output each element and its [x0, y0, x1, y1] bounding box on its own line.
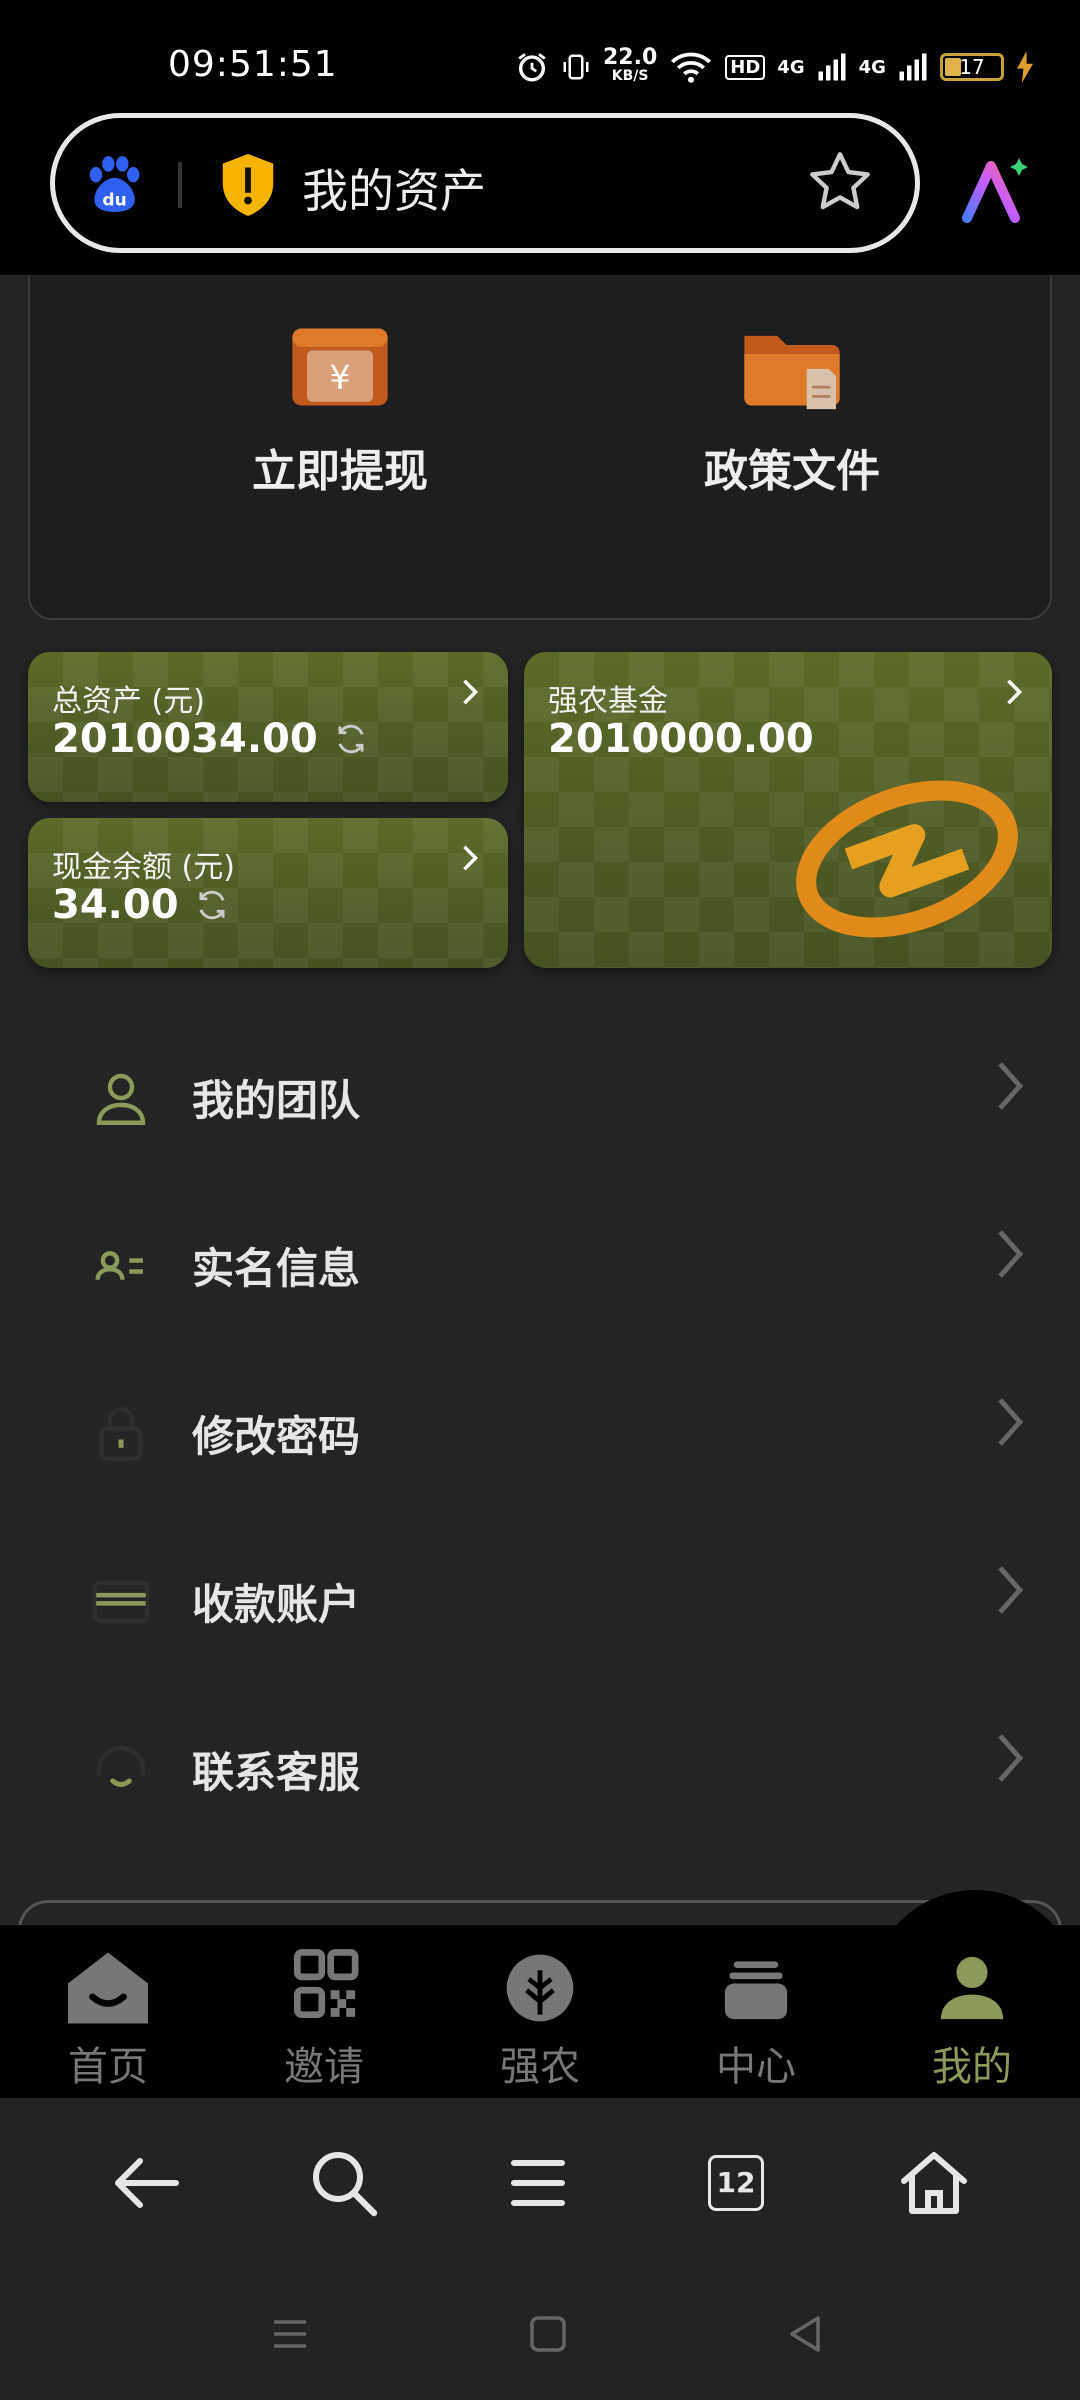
ai-assistant-icon[interactable] — [955, 150, 1035, 230]
tab-label: 中心 — [716, 2044, 796, 2090]
refresh-icon[interactable] — [332, 720, 370, 758]
chevron-right-icon — [463, 679, 479, 705]
menu-label: 收款账户 — [192, 1580, 361, 1629]
menu-label: 修改密码 — [192, 1412, 361, 1461]
chevron-right-icon — [998, 1734, 1024, 1782]
search-icon[interactable] — [304, 2143, 384, 2223]
menu-item-customer-service[interactable]: 联系客服 — [0, 1687, 1080, 1855]
total-assets-value: 2010034.00 — [52, 716, 318, 762]
hd-badge: HD — [725, 54, 766, 80]
policy-files-action[interactable]: 政策文件 — [582, 317, 1002, 499]
wheat-icon — [506, 1954, 574, 2022]
withdraw-label: 立即提现 — [252, 446, 428, 497]
tab-label: 我的 — [932, 2044, 1012, 2090]
tab-home[interactable]: 首页 — [33, 1948, 183, 2092]
tab-label: 首页 — [68, 2044, 148, 2090]
vibrate-icon — [563, 54, 589, 80]
quick-actions-card: ¥ 立即提现 政策文件 — [28, 275, 1052, 620]
fund-title: 强农基金 — [548, 684, 668, 719]
policy-files-label: 政策文件 — [704, 446, 880, 497]
signal-2-label: 4G — [858, 56, 886, 78]
chevron-right-icon — [998, 1566, 1024, 1614]
baidu-paw-icon[interactable]: du — [82, 152, 144, 216]
tabs-button[interactable]: 12 — [696, 2143, 776, 2223]
qr-code-icon — [294, 1949, 359, 2018]
tab-invite[interactable]: 邀请 — [249, 1948, 399, 2092]
menu-item-my-team[interactable]: 我的团队 — [0, 1015, 1080, 1183]
bank-card-icon — [92, 1580, 150, 1624]
menu-label: 实名信息 — [192, 1244, 361, 1293]
cash-balance-value: 34.00 — [52, 882, 179, 928]
recent-apps-icon[interactable] — [266, 2310, 314, 2358]
menu-icon[interactable] — [498, 2143, 578, 2223]
cash-balance-title: 现金余额 (元) — [52, 850, 235, 885]
chevron-right-icon — [998, 1230, 1024, 1278]
withdraw-action[interactable]: ¥ 立即提现 — [130, 317, 550, 499]
alarm-icon — [518, 53, 546, 82]
menu-label: 我的团队 — [192, 1076, 361, 1125]
tab-label: 邀请 — [284, 2044, 364, 2090]
signal-bars-icon — [899, 53, 927, 81]
scroll-content[interactable]: ¥ 立即提现 政策文件 总资产 (元) 2010034.00 现金余额 (元) … — [0, 275, 1080, 1925]
chevron-right-icon — [1007, 679, 1023, 705]
bookmark-star-icon[interactable] — [805, 147, 875, 217]
stack-icon — [724, 1961, 788, 2020]
fund-logo-icon — [796, 780, 1018, 938]
svg-text:¥: ¥ — [330, 358, 351, 397]
signal-1-label: 4G — [777, 56, 805, 78]
chevron-right-icon — [998, 1398, 1024, 1446]
shield-warning-icon[interactable] — [218, 152, 278, 218]
wifi-icon — [671, 52, 712, 83]
tab-center[interactable]: 中心 — [681, 1948, 831, 2092]
fund-value: 2010000.00 — [548, 716, 814, 762]
menu-label: 联系客服 — [192, 1748, 361, 1797]
status-time: 09:51:51 — [168, 44, 338, 85]
folder-document-icon — [744, 335, 840, 410]
network-speed: 22.0 KB/S — [603, 45, 658, 85]
back-arrow-icon[interactable] — [108, 2143, 188, 2223]
lock-icon — [99, 1407, 143, 1461]
wallet-yuan-icon: ¥ — [292, 328, 388, 406]
cash-balance-card[interactable]: 现金余额 (元) 34.00 — [28, 818, 508, 968]
menu-item-change-password[interactable]: 修改密码 — [0, 1351, 1080, 1519]
id-card-icon — [95, 1251, 143, 1280]
status-icons: 22.0 KB/S HD 4G 4G 17 — [515, 45, 1034, 89]
fund-card[interactable]: 强农基金 2010000.00 — [524, 652, 1052, 968]
person-icon — [96, 1073, 146, 1125]
page-title[interactable]: 我的资产 — [302, 155, 486, 221]
signal-bars-icon — [818, 53, 846, 81]
total-assets-title: 总资产 (元) — [52, 684, 205, 719]
back-triangle-icon[interactable] — [782, 2310, 830, 2358]
tab-mine[interactable]: 我的 — [897, 1948, 1047, 2092]
menu-item-payment-account[interactable]: 收款账户 — [0, 1519, 1080, 1687]
battery-indicator: 17 — [939, 53, 1004, 81]
home-icon[interactable] — [894, 2143, 974, 2223]
tab-count: 12 — [716, 2166, 756, 2199]
charging-icon — [1016, 51, 1033, 83]
total-assets-card[interactable]: 总资产 (元) 2010034.00 — [28, 652, 508, 802]
refresh-icon[interactable] — [193, 886, 231, 924]
svg-text:du: du — [102, 191, 126, 211]
home-icon — [68, 1952, 148, 2024]
headset-icon — [96, 1745, 146, 1787]
home-square-icon[interactable] — [524, 2310, 572, 2358]
chevron-right-icon — [463, 845, 479, 871]
chevron-right-icon — [998, 1062, 1024, 1110]
tab-count-box: 12 — [708, 2155, 764, 2211]
menu-item-real-name-info[interactable]: 实名信息 — [0, 1183, 1080, 1351]
divider — [178, 162, 182, 208]
tab-qiangnong[interactable]: 强农 — [465, 1948, 615, 2092]
tab-label: 强农 — [500, 2044, 580, 2090]
user-icon — [940, 1956, 1004, 2020]
